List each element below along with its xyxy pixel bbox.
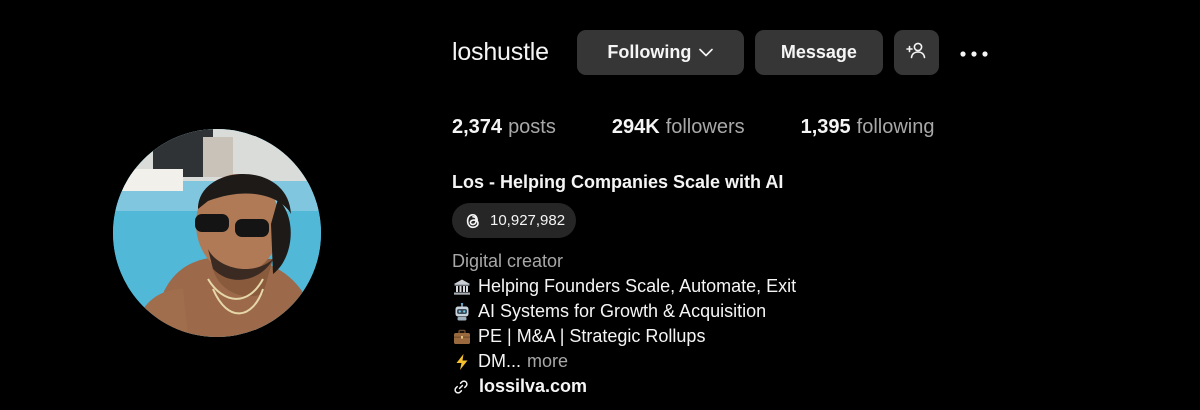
- followers-count: 294K: [611, 116, 660, 138]
- bio-line-text: PE | M&A | Strategic Rollups: [478, 326, 706, 346]
- message-button-label: Message: [780, 42, 857, 62]
- bio-more-link[interactable]: more: [527, 349, 568, 374]
- add-user-icon: [905, 41, 927, 64]
- threads-icon: [462, 210, 484, 232]
- posts-stat: 2,374 posts: [452, 116, 556, 139]
- lightning-emoji-icon: [452, 352, 472, 372]
- following-count: 1,395: [800, 116, 851, 138]
- bio-line: DM... more: [452, 349, 796, 374]
- bio-line: Helping Founders Scale, Automate, Exit: [452, 274, 796, 299]
- suggest-users-button[interactable]: [893, 30, 939, 75]
- threads-badge[interactable]: 10,927,982: [452, 203, 577, 238]
- more-options-button[interactable]: [954, 30, 994, 75]
- link-icon: [453, 379, 469, 395]
- profile-full-name: Los - Helping Companies Scale with AI: [452, 172, 784, 192]
- robot-emoji-icon: [452, 302, 472, 322]
- posts-count: 2,374: [452, 116, 503, 138]
- following-label: following: [856, 116, 935, 138]
- website-link[interactable]: lossilva.com: [479, 374, 587, 399]
- more-dots-icon: [960, 44, 988, 62]
- profile-stats: 2,374 posts 294K followers 1,395 following: [452, 116, 991, 139]
- following-button[interactable]: Following: [576, 30, 744, 75]
- website-link-row: lossilva.com: [452, 374, 796, 399]
- following-stat[interactable]: 1,395 following: [801, 116, 935, 139]
- followers-label: followers: [665, 116, 745, 138]
- bank-emoji-icon: [452, 277, 472, 297]
- profile-header-actions: loshustle Following Message: [452, 30, 994, 75]
- bio-line: AI Systems for Growth & Acquisition: [452, 299, 796, 324]
- profile-bio: Digital creator Helping Founders Scale, …: [452, 249, 796, 399]
- followers-stat[interactable]: 294K followers: [612, 116, 745, 139]
- profile-avatar[interactable]: [113, 129, 321, 337]
- following-button-label: Following: [607, 42, 692, 62]
- bio-line: PE | M&A | Strategic Rollups: [452, 324, 796, 349]
- message-button[interactable]: Message: [754, 30, 883, 75]
- bio-line-text: AI Systems for Growth & Acquisition: [478, 301, 767, 321]
- briefcase-emoji-icon: [452, 327, 472, 347]
- profile-category: Digital creator: [452, 251, 564, 271]
- posts-label: posts: [508, 116, 556, 138]
- threads-count: 10,927,982: [490, 212, 566, 229]
- username: loshustle: [452, 38, 549, 66]
- chevron-down-icon: [699, 48, 714, 57]
- bio-line-text: DM...: [478, 351, 521, 371]
- bio-line-text: Helping Founders Scale, Automate, Exit: [478, 276, 797, 296]
